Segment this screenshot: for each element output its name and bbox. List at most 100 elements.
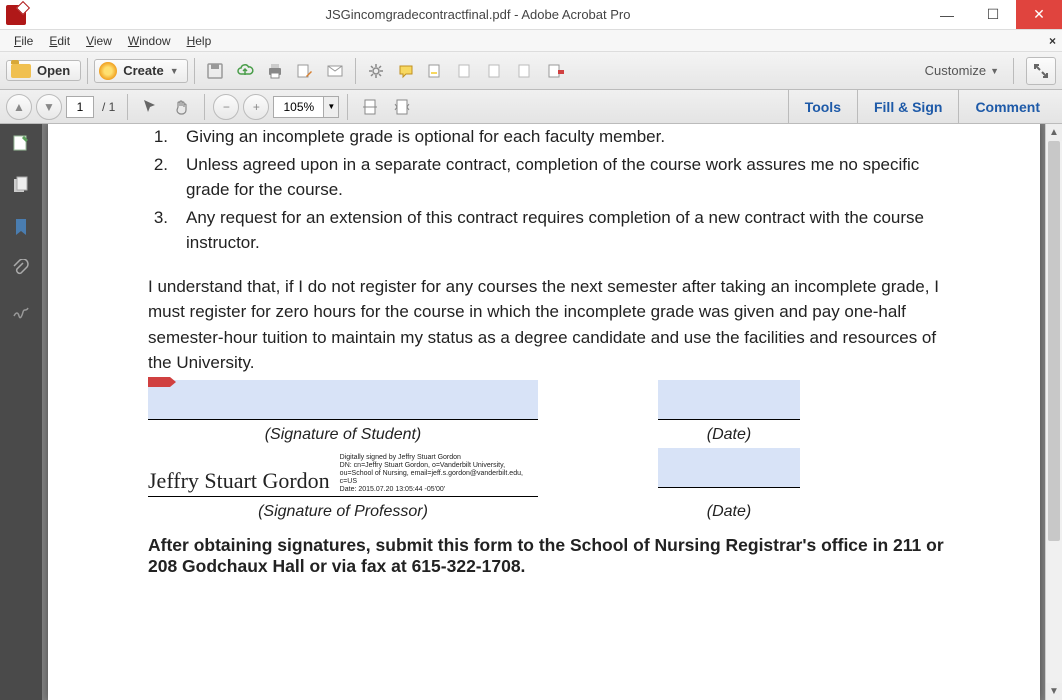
professor-date-field[interactable]: [658, 448, 800, 488]
nav-toolbar: ▲ ▼ / 1 − + ▼ Tools Fill & Sign Comment: [0, 90, 1062, 124]
attach-button[interactable]: [482, 57, 510, 85]
signatures-icon[interactable]: [10, 300, 32, 322]
menu-view[interactable]: View: [78, 32, 120, 50]
menu-window[interactable]: Window: [120, 32, 179, 50]
date-label: (Date): [658, 426, 800, 444]
comment-bubble-button[interactable]: [392, 57, 420, 85]
chevron-down-icon: ▼: [990, 66, 999, 76]
signature-labels-professor: (Signature of Professor) (Date): [148, 501, 960, 521]
cloud-button[interactable]: [231, 57, 259, 85]
digital-signature-meta: Digitally signed by Jeffry Stuart Gordon…: [340, 454, 538, 494]
folder-icon: [11, 64, 31, 78]
minimize-button[interactable]: —: [924, 0, 970, 29]
student-sig-label: (Signature of Student): [148, 426, 538, 444]
professor-sig-label: (Signature of Professor): [148, 503, 538, 521]
page-up-button[interactable]: ▲: [6, 94, 32, 120]
fill-sign-panel-tab[interactable]: Fill & Sign: [857, 90, 958, 123]
edit-text-button[interactable]: [291, 57, 319, 85]
window-controls: — ☐ ✕: [924, 0, 1062, 29]
document-viewport[interactable]: 1.Giving an incomplete grade is optional…: [42, 124, 1062, 700]
create-icon: [99, 62, 117, 80]
stamp-button[interactable]: [452, 57, 480, 85]
separator: [347, 94, 348, 120]
separator: [127, 94, 128, 120]
date-label: (Date): [658, 503, 800, 521]
list-item: 3.Any request for an extension of this c…: [148, 205, 960, 256]
separator: [355, 58, 356, 84]
form-button[interactable]: [542, 57, 570, 85]
window-title: JSGincomgradecontractfinal.pdf - Adobe A…: [32, 7, 924, 22]
zoom-out-button[interactable]: −: [213, 94, 239, 120]
menu-help[interactable]: Help: [179, 32, 220, 50]
fit-page-button[interactable]: [356, 93, 384, 121]
settings-button[interactable]: [362, 57, 390, 85]
email-button[interactable]: [321, 57, 349, 85]
pages-icon[interactable]: [10, 174, 32, 196]
comment-panel-tab[interactable]: Comment: [958, 90, 1056, 123]
numbered-list: 1.Giving an incomplete grade is optional…: [148, 124, 960, 256]
page-total-label: / 1: [102, 100, 115, 114]
create-button[interactable]: Create ▼: [94, 59, 187, 83]
save-button[interactable]: [201, 57, 229, 85]
create-label: Create: [123, 63, 163, 78]
menu-edit[interactable]: Edit: [41, 32, 78, 50]
navigation-pane: [0, 124, 42, 700]
document-content: 1.Giving an incomplete grade is optional…: [148, 124, 1040, 577]
bookmarks-icon[interactable]: [10, 216, 32, 238]
zoom-control: ▼: [273, 96, 339, 118]
sig-meta-line: Date: 2015.07.20 13:05:44 -05'00': [340, 486, 538, 494]
separator: [87, 58, 88, 84]
chevron-down-icon: ▼: [170, 66, 179, 76]
sig-meta-line: DN: cn=Jeffry Stuart Gordon, o=Vanderbil…: [340, 462, 538, 470]
page-number-input[interactable]: [66, 96, 94, 118]
sign-button[interactable]: [512, 57, 540, 85]
customize-label: Customize: [925, 63, 986, 78]
maximize-button[interactable]: ☐: [970, 0, 1016, 29]
signature-labels-student: (Signature of Student) (Date): [148, 424, 960, 444]
zoom-in-button[interactable]: +: [243, 94, 269, 120]
sig-meta-line: Digitally signed by Jeffry Stuart Gordon: [340, 454, 538, 462]
customize-button[interactable]: Customize ▼: [917, 63, 1007, 78]
list-item: 1.Giving an incomplete grade is optional…: [148, 124, 960, 150]
right-panel-tabs: Tools Fill & Sign Comment: [788, 90, 1056, 123]
understanding-paragraph: I understand that, if I do not register …: [148, 274, 960, 376]
sig-meta-line: c=US: [340, 478, 538, 486]
signature-row-student: [148, 380, 960, 420]
scroll-up-button[interactable]: ▲: [1046, 124, 1062, 141]
professor-name: Jeffry Stuart Gordon: [148, 468, 330, 494]
menu-bar: File Edit View Window Help ×: [0, 30, 1062, 52]
open-label: Open: [37, 63, 70, 78]
page-down-button[interactable]: ▼: [36, 94, 62, 120]
content-area: 1.Giving an incomplete grade is optional…: [0, 124, 1062, 700]
main-toolbar: Open Create ▼ Customize ▼: [0, 52, 1062, 90]
hand-tool-button[interactable]: [168, 93, 196, 121]
app-icon: [6, 5, 26, 25]
pdf-page: 1.Giving an incomplete grade is optional…: [48, 124, 1040, 700]
fullscreen-button[interactable]: [1026, 57, 1056, 85]
attachments-icon[interactable]: [10, 258, 32, 280]
vertical-scrollbar[interactable]: ▲ ▼: [1045, 124, 1062, 700]
close-button[interactable]: ✕: [1016, 0, 1062, 29]
scroll-thumb[interactable]: [1048, 141, 1060, 541]
scroll-down-button[interactable]: ▼: [1046, 683, 1062, 700]
list-text: Unless agreed upon in a separate contrac…: [186, 152, 960, 203]
student-date-field[interactable]: [658, 380, 800, 420]
zoom-dropdown-button[interactable]: ▼: [323, 96, 339, 118]
tools-panel-tab[interactable]: Tools: [788, 90, 857, 123]
print-button[interactable]: [261, 57, 289, 85]
professor-signature-field[interactable]: Jeffry Stuart Gordon Digitally signed by…: [148, 454, 538, 497]
title-bar: JSGincomgradecontractfinal.pdf - Adobe A…: [0, 0, 1062, 30]
zoom-input[interactable]: [273, 96, 323, 118]
signature-row-professor: Jeffry Stuart Gordon Digitally signed by…: [148, 448, 960, 497]
list-text: Any request for an extension of this con…: [186, 205, 960, 256]
open-button[interactable]: Open: [6, 60, 81, 81]
student-signature-field[interactable]: [148, 380, 538, 420]
sig-meta-line: ou=School of Nursing, email=jeff.s.gordo…: [340, 470, 538, 478]
document-close-button[interactable]: ×: [1049, 34, 1056, 48]
thumbnails-icon[interactable]: [10, 132, 32, 154]
fit-width-button[interactable]: [388, 93, 416, 121]
select-tool-button[interactable]: [136, 93, 164, 121]
highlight-button[interactable]: [422, 57, 450, 85]
menu-file[interactable]: File: [6, 32, 41, 50]
submission-note: After obtaining signatures, submit this …: [148, 535, 960, 577]
